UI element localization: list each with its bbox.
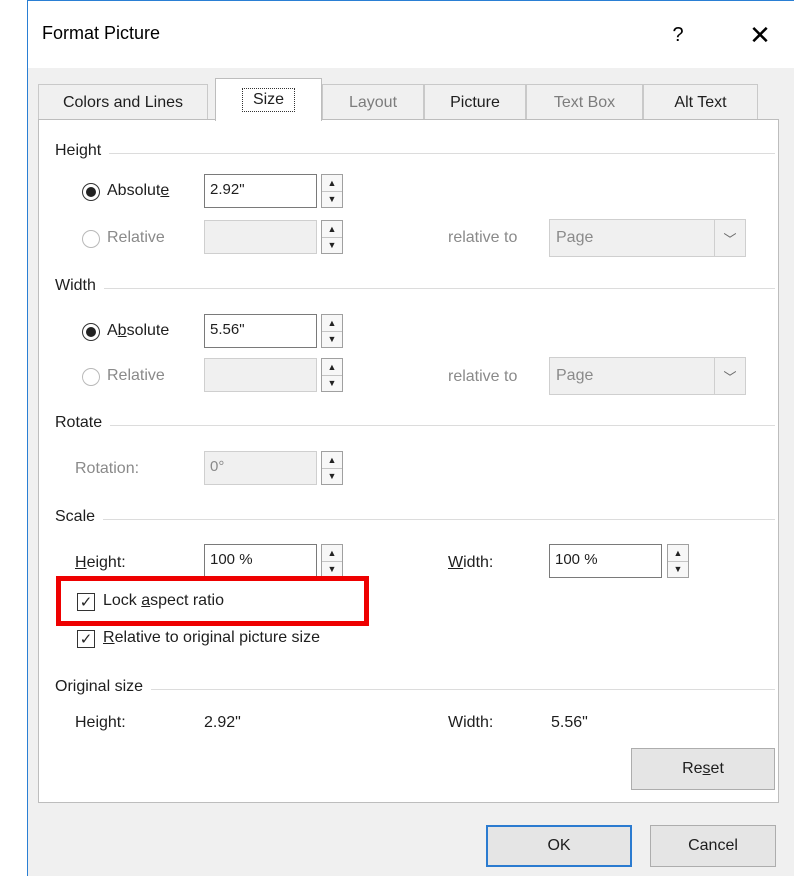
height-relative-to-label: relative to <box>448 229 518 246</box>
scale-width-spinner[interactable]: ▲ ▼ <box>667 544 689 578</box>
spin-up-icon[interactable]: ▲ <box>322 452 342 469</box>
width-absolute-radio[interactable] <box>82 323 100 341</box>
height-relative-to-select[interactable]: Page ﹀ <box>549 219 746 257</box>
tab-label: Layout <box>348 93 398 111</box>
tab-alt-text[interactable]: Alt Text <box>643 84 758 120</box>
tab-label: Colors and Lines <box>62 93 184 111</box>
height-absolute-radio[interactable] <box>82 183 100 201</box>
scale-width-label: Width: <box>448 554 494 571</box>
tab-size[interactable]: Size <box>215 78 322 121</box>
scale-height-label: Height: <box>75 554 126 571</box>
height-absolute-input[interactable]: 2.92" <box>204 174 317 208</box>
height-relative-radio[interactable] <box>82 230 100 248</box>
original-width-value: 5.56" <box>551 714 588 731</box>
height-group-label: Height <box>55 142 110 160</box>
height-relative-spinner[interactable]: ▲ ▼ <box>321 220 343 254</box>
spin-down-icon[interactable]: ▼ <box>322 331 342 347</box>
scale-height-spinner[interactable]: ▲ ▼ <box>321 544 343 578</box>
width-group-label: Width <box>55 277 104 295</box>
width-absolute-label: Absolute <box>107 322 170 339</box>
spin-up-icon[interactable]: ▲ <box>322 221 342 238</box>
spin-up-icon[interactable]: ▲ <box>322 315 342 332</box>
spin-up-icon[interactable]: ▲ <box>322 545 342 562</box>
rotation-label: Rotation: <box>75 460 140 477</box>
height-relative-input[interactable] <box>204 220 317 254</box>
spin-down-icon[interactable]: ▼ <box>322 561 342 577</box>
group-divider <box>55 519 775 520</box>
scale-height-input[interactable]: 100 % <box>204 544 317 578</box>
spin-up-icon[interactable]: ▲ <box>322 359 342 376</box>
cancel-button[interactable]: Cancel <box>650 825 776 867</box>
width-relative-label: Relative <box>107 367 165 384</box>
scale-group-label: Scale <box>55 508 104 526</box>
group-divider <box>55 689 775 690</box>
spin-down-icon[interactable]: ▼ <box>322 191 342 207</box>
rotation-spinner[interactable]: ▲ ▼ <box>321 451 343 485</box>
title-bar: Format Picture ? ✕ <box>28 1 794 68</box>
format-picture-dialog: Format Picture ? ✕ Colors and Lines Size… <box>27 0 794 876</box>
tab-text-box[interactable]: Text Box <box>526 84 643 120</box>
rotation-input[interactable]: 0° <box>204 451 317 485</box>
help-button[interactable]: ? <box>658 15 698 55</box>
select-value: Page <box>556 229 594 246</box>
width-absolute-spinner[interactable]: ▲ ▼ <box>321 314 343 348</box>
size-tab-panel: Height Absolute 2.92" ▲ ▼ Relative ▲ ▼ r… <box>38 119 779 803</box>
tab-label: Picture <box>450 93 500 111</box>
spin-up-icon[interactable]: ▲ <box>668 545 688 562</box>
original-size-group-label: Original size <box>55 678 152 696</box>
dialog-title: Format Picture <box>42 23 161 43</box>
relative-to-original-checkbox[interactable]: ✓ <box>77 630 95 648</box>
rotate-group-label: Rotate <box>55 414 111 432</box>
group-divider <box>55 153 775 154</box>
chevron-down-icon[interactable]: ﹀ <box>714 220 745 256</box>
tab-colors-and-lines[interactable]: Colors and Lines <box>38 84 208 120</box>
width-relative-to-select[interactable]: Page ﹀ <box>549 357 746 395</box>
width-relative-to-label: relative to <box>448 368 518 385</box>
tab-label: Size <box>241 88 296 112</box>
spin-down-icon[interactable]: ▼ <box>322 237 342 253</box>
scale-width-input[interactable]: 100 % <box>549 544 662 578</box>
group-divider <box>55 288 775 289</box>
tab-layout[interactable]: Layout <box>322 84 424 120</box>
tab-strip: Colors and Lines Size Layout Picture Tex… <box>38 78 763 121</box>
original-height-value: 2.92" <box>204 714 241 731</box>
tab-label: Text Box <box>553 93 616 111</box>
width-relative-spinner[interactable]: ▲ ▼ <box>321 358 343 392</box>
highlight-annotation <box>56 576 369 626</box>
height-absolute-spinner[interactable]: ▲ ▼ <box>321 174 343 208</box>
spin-down-icon[interactable]: ▼ <box>322 468 342 484</box>
height-absolute-label: Absolute <box>107 182 170 199</box>
original-width-label: Width: <box>448 714 494 731</box>
width-absolute-input[interactable]: 5.56" <box>204 314 317 348</box>
width-relative-input[interactable] <box>204 358 317 392</box>
close-button[interactable]: ✕ <box>740 15 780 55</box>
group-divider <box>55 425 775 426</box>
width-relative-radio[interactable] <box>82 368 100 386</box>
chevron-down-icon[interactable]: ﹀ <box>714 358 745 394</box>
spin-up-icon[interactable]: ▲ <box>322 175 342 192</box>
reset-button[interactable]: Re s et <box>631 748 775 790</box>
select-value: Page <box>556 367 594 384</box>
relative-to-original-label: Relative to original picture size <box>103 629 320 646</box>
spin-down-icon[interactable]: ▼ <box>322 375 342 391</box>
original-height-label: Height: <box>75 714 126 731</box>
tab-picture[interactable]: Picture <box>424 84 526 120</box>
height-relative-label: Relative <box>107 229 165 246</box>
tab-label: Alt Text <box>674 93 727 111</box>
spin-down-icon[interactable]: ▼ <box>668 561 688 577</box>
ok-button[interactable]: OK <box>486 825 632 867</box>
